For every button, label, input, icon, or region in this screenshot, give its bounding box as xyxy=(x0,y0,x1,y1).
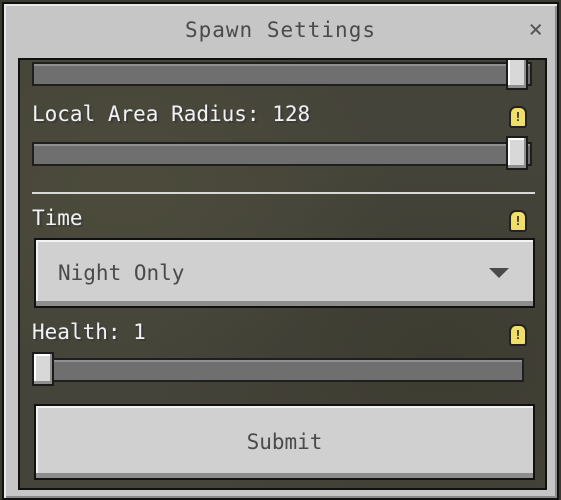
submit-button[interactable]: Submit xyxy=(34,404,535,480)
title-bar: Spawn Settings × xyxy=(4,4,557,56)
time-dropdown[interactable]: Night Only xyxy=(34,238,535,308)
time-label: Time xyxy=(32,206,83,230)
info-icon[interactable]: ! xyxy=(509,106,527,128)
local-area-radius-slider-track[interactable] xyxy=(32,136,532,170)
section-divider xyxy=(32,192,535,194)
dialog-title: Spawn Settings xyxy=(184,18,376,42)
info-icon[interactable]: ! xyxy=(509,324,527,346)
top-slider-thumb[interactable] xyxy=(506,60,528,90)
health-slider-thumb[interactable] xyxy=(32,352,54,386)
chevron-down-icon xyxy=(489,268,509,278)
health-label: Health: 1 xyxy=(32,320,146,344)
time-dropdown-value: Night Only xyxy=(58,261,185,285)
settings-scroll-area[interactable]: Local Area Radius: 128 ! Time ! Night On… xyxy=(18,58,547,490)
health-slider-track[interactable] xyxy=(32,352,524,386)
info-icon[interactable]: ! xyxy=(509,210,527,232)
local-area-radius-label: Local Area Radius: 128 xyxy=(32,102,311,126)
top-slider-track[interactable] xyxy=(32,60,532,90)
spawn-settings-dialog: Spawn Settings × Local Area Radius: 128 … xyxy=(2,2,559,500)
local-area-radius-slider-thumb[interactable] xyxy=(506,136,528,170)
close-icon[interactable]: × xyxy=(529,17,543,41)
